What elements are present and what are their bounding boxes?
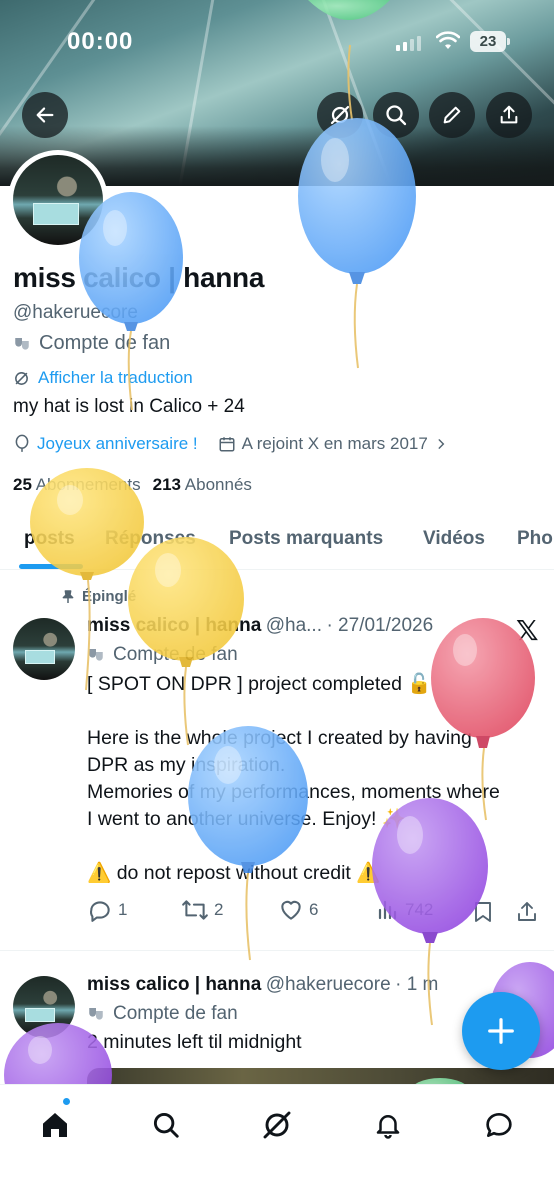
views-icon xyxy=(378,900,397,920)
signal-icon xyxy=(396,36,421,51)
profile-bio: my hat is lost in Calico + 24 xyxy=(13,396,245,417)
bookmark-icon[interactable] xyxy=(472,899,494,925)
translate-icon xyxy=(15,371,28,385)
search-icon xyxy=(153,1112,179,1138)
fan-account-label: Compte de fan xyxy=(13,332,170,355)
x-logo-icon: 𝕏 xyxy=(516,615,539,646)
nav-home[interactable] xyxy=(33,1103,77,1147)
profile-avatar[interactable] xyxy=(8,150,108,250)
repost-button[interactable]: 2 xyxy=(181,897,223,923)
messages-icon xyxy=(486,1113,512,1137)
balloon-icon xyxy=(15,434,29,452)
birthday-link[interactable]: Joyeux anniversaire ! xyxy=(37,434,198,454)
share-button[interactable] xyxy=(486,92,532,138)
post-fan-label: Compte de fan xyxy=(87,1003,238,1025)
nav-notifications[interactable] xyxy=(366,1103,410,1147)
post-date[interactable]: · 27/01/2026 xyxy=(326,615,433,636)
status-bar: 00:00 23 xyxy=(0,0,554,80)
profile-name: miss calico | hanna xyxy=(13,262,265,293)
following-link[interactable]: 25 Abonnements xyxy=(13,475,141,495)
plus-icon xyxy=(488,1018,514,1044)
search-icon xyxy=(386,105,407,126)
post-author-handle[interactable]: @ha... xyxy=(266,615,322,636)
incognito-button[interactable] xyxy=(317,92,363,138)
post-divider xyxy=(0,950,554,951)
profile-handle: @hakeruecore xyxy=(13,302,138,323)
grok-icon xyxy=(263,1111,291,1139)
tab-videos[interactable]: Vidéos xyxy=(423,528,485,550)
reply-icon xyxy=(90,901,110,922)
joined-date[interactable]: A rejoint X en mars 2017 xyxy=(242,434,428,454)
post-actions: 1 2 6 742 xyxy=(0,895,554,927)
masks-icon xyxy=(15,337,29,350)
home-notification-dot xyxy=(62,1097,71,1106)
compose-button[interactable] xyxy=(462,992,540,1070)
repost-icon xyxy=(182,900,208,920)
post-avatar[interactable] xyxy=(13,976,75,1038)
like-button[interactable]: 6 xyxy=(278,897,318,923)
nav-search[interactable] xyxy=(144,1103,188,1147)
post-fan-label: Compte de fan xyxy=(87,644,238,666)
share-icon xyxy=(500,105,518,124)
pinned-label: Épinglé xyxy=(60,588,136,605)
home-icon xyxy=(43,1113,67,1137)
post-header: miss calico | hanna @ha... · 27/01/2026 xyxy=(87,615,433,637)
post-text: 2 minutes left til midnight xyxy=(87,1031,302,1053)
edit-icon xyxy=(443,106,461,124)
views-button[interactable]: 742 xyxy=(376,897,433,923)
battery-indicator: 23 xyxy=(470,31,510,52)
tab-posts[interactable]: posts xyxy=(24,528,75,550)
follow-counts: 25 Abonnements 213 Abonnés xyxy=(13,475,252,495)
pin-icon xyxy=(62,589,74,603)
bottom-navigation xyxy=(0,1084,554,1200)
post-header: miss calico | hanna @hakeruecore · 1 m xyxy=(87,974,438,996)
masks-icon xyxy=(89,1008,103,1020)
tab-replies[interactable]: Réponses xyxy=(105,528,196,550)
status-time: 00:00 xyxy=(67,28,134,55)
masks-icon xyxy=(89,649,103,661)
active-tab-indicator xyxy=(19,564,83,569)
post-author-name[interactable]: miss calico | hanna xyxy=(87,974,261,995)
tab-highlights[interactable]: Posts marquants xyxy=(229,528,383,550)
tab-photos[interactable]: Pho xyxy=(517,528,553,550)
incognito-icon xyxy=(330,105,350,125)
edit-button[interactable] xyxy=(429,92,475,138)
translate-link[interactable]: Afficher la traduction xyxy=(13,368,193,388)
nav-messages[interactable] xyxy=(477,1103,521,1147)
bell-icon xyxy=(376,1115,400,1139)
post-date[interactable]: · 1 m xyxy=(395,974,438,995)
post-author-handle[interactable]: @hakeruecore xyxy=(266,974,391,995)
post-text: [ SPOT ON DPR ] project completed 🔓 Here… xyxy=(87,673,500,884)
back-button[interactable] xyxy=(22,92,68,138)
reply-button[interactable]: 1 xyxy=(87,897,127,923)
post-avatar[interactable] xyxy=(13,618,75,680)
calendar-icon xyxy=(219,437,235,452)
wifi-icon xyxy=(436,31,460,49)
heart-icon xyxy=(281,900,301,920)
post-author-name[interactable]: miss calico | hanna xyxy=(87,615,261,636)
profile-tabs: posts Réponses Posts marquants Vidéos Ph… xyxy=(0,510,554,570)
chevron-right-icon xyxy=(438,439,445,449)
followers-link[interactable]: 213 Abonnés xyxy=(153,475,252,495)
banner-search-button[interactable] xyxy=(373,92,419,138)
nav-grok[interactable] xyxy=(255,1103,299,1147)
back-icon xyxy=(36,107,54,123)
profile-meta: Joyeux anniversaire ! A rejoint X en mar… xyxy=(13,434,448,454)
share-post-icon[interactable] xyxy=(515,899,539,925)
